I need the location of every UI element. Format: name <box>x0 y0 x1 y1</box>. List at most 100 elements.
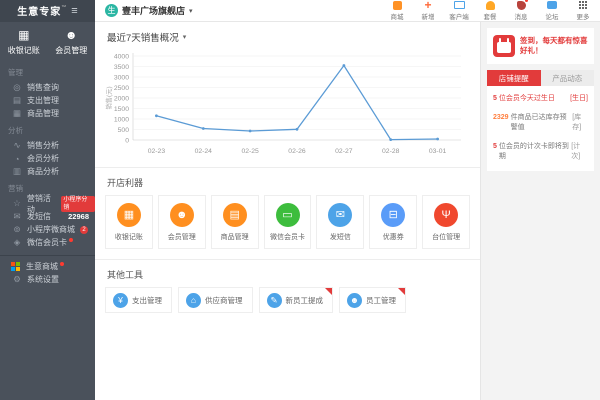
action-mall[interactable]: 商城 <box>386 0 408 21</box>
mall-icon <box>393 0 402 10</box>
bar-chart-icon: ▥ <box>12 166 22 177</box>
tool-cash-register[interactable]: ▦ 收银记账 <box>105 195 153 249</box>
star-icon: ☆ <box>12 198 22 209</box>
svg-text:3500: 3500 <box>114 64 129 71</box>
tab-member-management[interactable]: ☻ 会员管理 <box>48 29 96 56</box>
alert-punch-card-expiry[interactable]: 5 位会员的计次卡即将到期 [计次] <box>493 136 588 165</box>
gear-icon: ⚙ <box>12 274 22 285</box>
tool-send-sms[interactable]: ✉ 发短信 <box>316 195 364 249</box>
chart-header[interactable]: 最近7天销售概况 ▾ <box>95 22 480 46</box>
tool-wechat-member-card[interactable]: ▭ 微信会员卡 <box>264 195 312 249</box>
sidebar-item-member-analysis[interactable]: ◔ 会员分析 <box>0 152 95 165</box>
forum-icon <box>547 0 557 10</box>
desktop-icon <box>454 0 465 10</box>
notification-dot <box>69 238 73 242</box>
svg-text:03-01: 03-01 <box>429 148 447 155</box>
store-avatar: 生 <box>105 4 118 17</box>
cash-register-icon: ▦ <box>18 29 29 41</box>
action-client-app[interactable]: 客户端 <box>448 0 470 21</box>
card-icon: ◈ <box>12 237 22 248</box>
svg-text:02-28: 02-28 <box>382 148 400 155</box>
store-selector[interactable]: 生 壹丰广场旗舰店 ▾ <box>105 4 193 17</box>
svg-text:2000: 2000 <box>114 95 129 102</box>
action-more[interactable]: 更多 <box>572 0 594 21</box>
person-icon: ☻ <box>347 293 362 308</box>
svg-text:2500: 2500 <box>114 85 129 92</box>
logo-bar: 生意专家™ ≡ <box>0 0 95 22</box>
goods-icon: ▦ <box>12 108 22 119</box>
sidebar-item-expense-management[interactable]: ▤ 支出管理 <box>0 94 95 107</box>
sidebar-item-goods-analysis[interactable]: ▥ 商品分析 <box>0 165 95 178</box>
envelope-icon: ✉ <box>12 211 22 222</box>
other-tool-new-staff-commission[interactable]: ✎ 新员工提成 <box>259 287 334 313</box>
signin-text: 签到，每天都有惊喜好礼！ <box>520 36 588 56</box>
hamburger-menu-icon[interactable]: ≡ <box>71 5 77 17</box>
new-corner-ribbon <box>398 288 405 295</box>
chevron-down-icon: ▾ <box>189 7 193 15</box>
list-icon: ▤ <box>223 203 247 227</box>
sidebar-item-marketing-campaign[interactable]: ☆ 营销活动 小程序分销 <box>0 197 95 210</box>
app-window: 生意专家™ ≡ ▦ 收银记账 ☻ 会员管理 管理 ◎ 销售查询 ▤ 支出管理 ▦… <box>0 0 600 400</box>
svg-text:4000: 4000 <box>114 53 129 60</box>
other-tool-expense-management[interactable]: ¥ 支出管理 <box>105 287 172 313</box>
package-icon <box>486 0 495 10</box>
sidebar-mode-tabs: ▦ 收银记账 ☻ 会员管理 <box>0 22 95 62</box>
svg-text:500: 500 <box>118 127 130 134</box>
pie-chart-icon: ◔ <box>12 154 22 164</box>
new-corner-ribbon <box>325 288 332 295</box>
alert-stock-warning[interactable]: 2329 件商品已达库存预警值 [库存] <box>493 107 588 136</box>
svg-text:02-27: 02-27 <box>335 148 353 155</box>
action-messages[interactable]: 消息 <box>510 0 532 21</box>
svg-text:1000: 1000 <box>114 116 129 123</box>
right-panel: 签到，每天都有惊喜好礼！ 店铺提醒 产品动态 5 位会员今天过生日 [生日] 2… <box>480 22 600 400</box>
sidebar-item-wechat-member-card[interactable]: ◈ 微信会员卡 <box>0 236 95 249</box>
other-tools-section-title: 其他工具 <box>95 260 480 287</box>
svg-text:1500: 1500 <box>114 106 129 113</box>
colored-grid-icon <box>11 262 20 271</box>
other-tool-supplier-management[interactable]: ⌂ 供应商管理 <box>178 287 253 313</box>
alert-birthday[interactable]: 5 位会员今天过生日 [生日] <box>493 88 588 107</box>
sidebar-item-miniapp-mall[interactable]: ⊚ 小程序微商城 2 <box>0 223 95 236</box>
shop-icon: ⌂ <box>186 293 201 308</box>
tab-store-reminders[interactable]: 店铺提醒 <box>487 70 541 86</box>
svg-text:02-23: 02-23 <box>148 148 166 155</box>
tab-cash-register[interactable]: ▦ 收银记账 <box>0 29 48 56</box>
svg-text:02-26: 02-26 <box>288 148 306 155</box>
reminder-card: 店铺提醒 产品动态 5 位会员今天过生日 [生日] 2329 件商品已达库存预警… <box>487 70 594 171</box>
sidebar-item-goods-management[interactable]: ▦ 商品管理 <box>0 107 95 120</box>
sidebar-item-sales-query[interactable]: ◎ 销售查询 <box>0 81 95 94</box>
sidebar-item-system-settings[interactable]: ⚙ 系统设置 <box>0 273 95 286</box>
tool-table-management[interactable]: Ψ 台位管理 <box>422 195 470 249</box>
message-badge <box>524 0 529 3</box>
action-add-new[interactable]: + 新增 <box>417 0 439 21</box>
message-icon <box>517 0 526 10</box>
other-tool-staff-management[interactable]: ☻ 员工管理 <box>339 287 406 313</box>
search-icon: ◎ <box>12 82 22 93</box>
member-icon: ☻ <box>65 29 78 41</box>
tool-goods-management[interactable]: ▤ 商品管理 <box>211 195 259 249</box>
topbar: 生 壹丰广场旗舰店 ▾ 商城 + 新增 客户端 套餐 消息 <box>95 0 600 22</box>
section-title-management: 管理 <box>0 62 95 81</box>
sidebar: 生意专家™ ≡ ▦ 收银记账 ☻ 会员管理 管理 ◎ 销售查询 ▤ 支出管理 ▦… <box>0 0 95 400</box>
tools-grid: ▦ 收银记账 ☻ 会员管理 ▤ 商品管理 ▭ 微信会员卡 ✉ 发短信 ⊟ 优惠券 <box>95 195 480 259</box>
reminder-tabs: 店铺提醒 产品动态 <box>487 70 594 86</box>
yuan-icon: ¥ <box>113 293 128 308</box>
svg-text:02-24: 02-24 <box>195 148 213 155</box>
chart-title: 最近7天销售概况 <box>107 30 179 44</box>
signin-banner[interactable]: 签到，每天都有惊喜好礼！ <box>487 28 594 64</box>
sidebar-divider <box>0 255 95 256</box>
alert-list: 5 位会员今天过生日 [生日] 2329 件商品已达库存预警值 [库存] 5 位… <box>487 86 594 165</box>
chart-area: 0500100015002000250030003500400002-2302-… <box>95 46 480 167</box>
tool-coupons[interactable]: ⊟ 优惠券 <box>369 195 417 249</box>
sidebar-item-sales-analysis[interactable]: ∿ 销售分析 <box>0 139 95 152</box>
action-plan-package[interactable]: 套餐 <box>479 0 501 21</box>
tab-product-news[interactable]: 产品动态 <box>541 70 595 86</box>
brand-logo: 生意专家™ <box>17 2 66 20</box>
sales-line-chart[interactable]: 0500100015002000250030003500400002-2302-… <box>103 48 469 162</box>
action-forum[interactable]: 论坛 <box>541 0 563 21</box>
svg-text:销售(元): 销售(元) <box>104 86 113 109</box>
sidebar-item-business-mall[interactable]: 生意商城 <box>0 260 95 273</box>
calendar-icon <box>493 35 515 57</box>
sidebar-item-send-sms[interactable]: ✉ 发短信 22968 <box>0 210 95 223</box>
tool-member-management[interactable]: ☻ 会员管理 <box>158 195 206 249</box>
